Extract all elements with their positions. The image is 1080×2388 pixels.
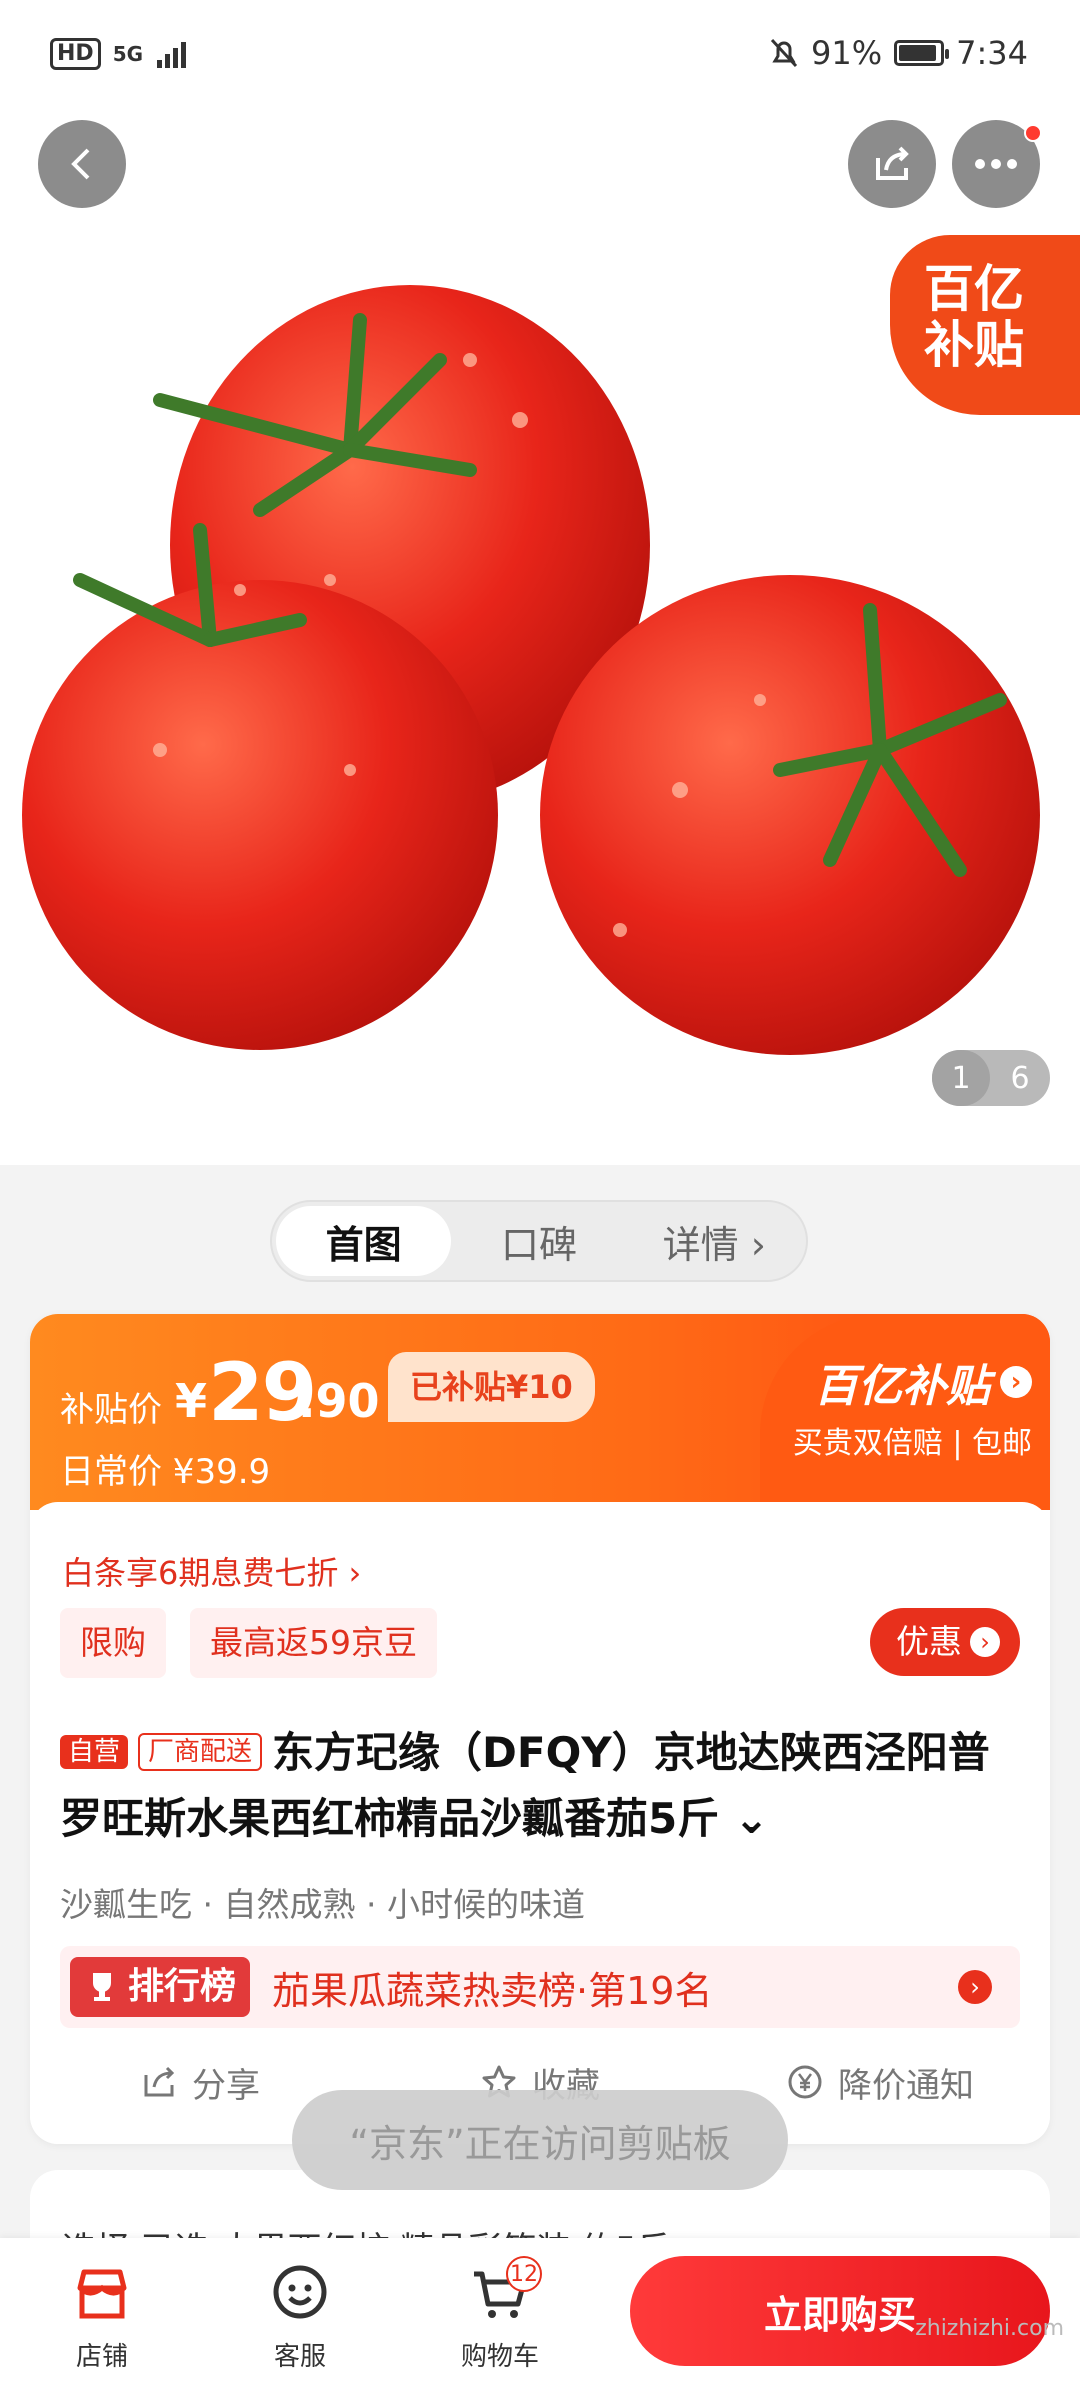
cart-count-badge: 12 bbox=[506, 2256, 542, 2292]
subsidy-amount-tag: 已补贴¥10 bbox=[388, 1352, 595, 1422]
self-operated-badge: 自营 bbox=[60, 1734, 129, 1769]
share-icon bbox=[876, 146, 909, 180]
battery-percent: 91% bbox=[811, 34, 883, 72]
baitiao-promo[interactable]: 白条享6期息费七折 › bbox=[62, 1548, 361, 1594]
store-button[interactable]: 店铺 bbox=[42, 2262, 162, 2373]
price-band: 补贴价 ¥ 29 .90 已补贴¥10 日常价 ¥39.9 百亿补贴 › 买贵双… bbox=[30, 1314, 1050, 1510]
ranking-row[interactable]: 排行榜 茄果瓜蔬菜热卖榜·第19名 › bbox=[60, 1946, 1020, 2028]
hd-icon: HD bbox=[50, 38, 101, 70]
tab-reviews[interactable]: 口碑 bbox=[451, 1206, 626, 1276]
product-card: 补贴价 ¥ 29 .90 已补贴¥10 日常价 ¥39.9 百亿补贴 › 买贵双… bbox=[30, 1314, 1050, 2144]
tab-details[interactable]: 详情 › bbox=[627, 1206, 802, 1276]
product-tags: 沙瓤生吃 · 自然成熟 · 小时候的味道 bbox=[60, 1885, 585, 1924]
chevron-right-icon: › bbox=[958, 1970, 992, 2004]
chevron-right-icon: › bbox=[1000, 1366, 1032, 1398]
customer-service-button[interactable]: 客服 bbox=[240, 2262, 360, 2373]
trophy-icon bbox=[93, 1973, 111, 2001]
tab-main-image[interactable]: 首图 bbox=[276, 1206, 452, 1276]
price-decimal: .90 bbox=[298, 1374, 380, 1428]
subsidy-brand-link[interactable]: 百亿补贴 › bbox=[814, 1350, 1032, 1414]
more-icon bbox=[975, 159, 1017, 169]
subsidy-line1: 百亿 bbox=[924, 260, 1024, 318]
store-icon bbox=[77, 2269, 127, 2319]
price-label: 补贴价 bbox=[60, 1390, 162, 1430]
chevron-right-icon: › bbox=[970, 1627, 1000, 1657]
bottom-bar: 店铺 客服 12 购物车 立即购买 bbox=[0, 2238, 1080, 2388]
signal-icon bbox=[157, 42, 187, 68]
share-button[interactable] bbox=[848, 120, 936, 208]
share-label: 分享 bbox=[192, 2065, 260, 2106]
card-body: 白条享6期息费七折 › 限购 最高返59京豆 优惠 › 自营 厂商配送 东方玘缘（D… bbox=[30, 1502, 1050, 2144]
watermark: zhizhizhi.com bbox=[915, 2316, 1064, 2341]
back-button[interactable] bbox=[38, 120, 126, 208]
store-label: 店铺 bbox=[75, 2342, 128, 2372]
vendor-delivery-badge: 厂商配送 bbox=[138, 1732, 263, 1771]
more-button[interactable] bbox=[952, 120, 1042, 208]
clock: 7:34 bbox=[956, 34, 1028, 72]
page-total: 6 bbox=[1010, 1060, 1030, 1096]
notification-dot bbox=[1024, 124, 1042, 142]
subsidy-corner-badge: 百亿 补贴 bbox=[890, 235, 1080, 415]
share-icon bbox=[144, 2066, 175, 2097]
service-label: 客服 bbox=[273, 2342, 326, 2372]
gallery-tabs: 首图 口碑 详情 › bbox=[270, 1200, 808, 1282]
limit-badge: 限购 bbox=[60, 1608, 166, 1678]
jingdou-badge: 最高返59京豆 bbox=[190, 1608, 437, 1678]
yen-circle-icon bbox=[788, 2065, 822, 2099]
price-alert-label: 降价通知 bbox=[838, 2065, 974, 2106]
subsidy-line2: 补贴 bbox=[924, 316, 1024, 374]
ranking-label: 排行榜 bbox=[70, 1957, 251, 2017]
network-label: 5G bbox=[112, 42, 144, 66]
page-indicator: 1 6 bbox=[932, 1050, 1050, 1106]
ranking-label-text: 排行榜 bbox=[128, 1966, 237, 2007]
cart-button[interactable]: 12 购物车 bbox=[440, 2256, 560, 2373]
price-currency: ¥ bbox=[175, 1374, 208, 1428]
daily-price: 日常价 ¥39.9 bbox=[60, 1452, 271, 1492]
product-title[interactable]: 自营 厂商配送 东方玘缘（DFQY）京地达陕西泾阳普罗旺斯水果西红柿精品沙瓤番茄5斤… bbox=[60, 1720, 1020, 1852]
clipboard-toast: “京东”正在访问剪贴板 bbox=[292, 2090, 788, 2190]
buy-now-button[interactable]: 立即购买 bbox=[630, 2256, 1050, 2366]
status-bar: HD 5G 91% 7:34 bbox=[0, 0, 1080, 110]
page-current: 1 bbox=[932, 1050, 990, 1106]
cart-label: 购物车 bbox=[460, 2342, 539, 2372]
smiley-chat-icon bbox=[273, 2265, 327, 2319]
subsidy-guarantee: 买贵双倍赔 | 包邮 bbox=[792, 1426, 1032, 1461]
coupon-label: 优惠 bbox=[896, 1622, 962, 1661]
mute-bell-icon bbox=[770, 38, 798, 68]
ranking-text: 茄果瓜蔬菜热卖榜·第19名 bbox=[272, 1968, 713, 2013]
chevron-left-icon bbox=[71, 148, 90, 180]
battery-icon bbox=[894, 40, 950, 66]
coupon-button[interactable]: 优惠 › bbox=[870, 1608, 1020, 1676]
product-gallery[interactable]: 百亿 补贴 1 6 bbox=[0, 110, 1080, 1165]
subsidy-brand-text: 百亿补贴 bbox=[814, 1361, 990, 1412]
